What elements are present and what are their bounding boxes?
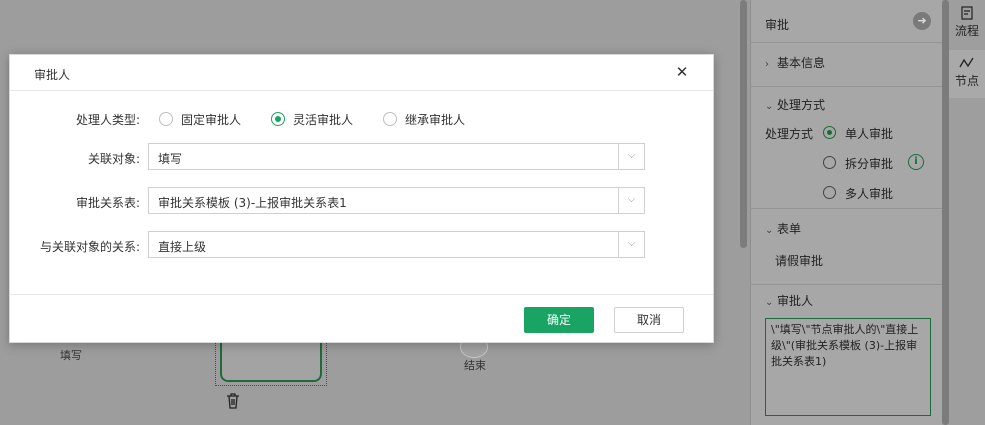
form-value: 请假审批 (775, 254, 824, 268)
chevron-down-icon: ⌄ (765, 225, 774, 236)
relation-label: 与关联对象的关系: (39, 240, 140, 254)
related-object-value: 填写 (158, 152, 183, 166)
chevron-down-icon[interactable]: ⌵ (618, 232, 644, 257)
processing-radio-split[interactable] (823, 156, 836, 169)
node-icon (949, 56, 985, 72)
cancel-button[interactable]: 取消 (614, 307, 684, 333)
processing-radio-single[interactable] (823, 126, 836, 139)
handler-radio-fixed[interactable] (159, 112, 173, 126)
approver-summary-box[interactable]: \"填写\"节点审批人的\"直接上级\"(审批关系模板 (3)-上报审批关系表1… (765, 318, 931, 416)
section-processing-header[interactable]: ⌄ 处理方式 (765, 96, 825, 113)
confirm-button[interactable]: 确定 (524, 307, 594, 333)
arrow-right-circle-icon[interactable]: ➜ (913, 12, 931, 30)
related-object-label: 关联对象: (87, 152, 140, 166)
info-icon[interactable]: i (908, 154, 924, 170)
handler-type-label: 处理人类型: (75, 113, 140, 127)
relation-table-label: 审批关系表: (75, 196, 140, 210)
chevron-right-icon: › (765, 59, 769, 70)
chevron-down-icon[interactable]: ⌵ (618, 144, 644, 169)
relation-table-value: 审批关系模板 (3)-上报审批关系表1 (158, 196, 347, 210)
handler-option-inherit: 继承审批人 (405, 113, 466, 127)
section-form-header[interactable]: ⌄ 表单 (765, 220, 801, 237)
handler-radio-flexible[interactable] (271, 112, 285, 126)
relation-select[interactable]: 直接上级 ⌵ (148, 231, 645, 258)
processing-option-multi: 多人审批 (845, 187, 894, 201)
processing-radio-multi[interactable] (823, 186, 836, 199)
chevron-down-icon[interactable]: ⌵ (618, 188, 644, 213)
node-fill-label: 填写 (60, 349, 82, 362)
relation-value: 直接上级 (158, 240, 207, 254)
dialog-footer: 确定 取消 (10, 294, 713, 343)
end-node-label: 结束 (464, 359, 486, 372)
section-approver-header[interactable]: ⌄ 审批人 (765, 292, 813, 309)
relation-table-select[interactable]: 审批关系模板 (3)-上报审批关系表1 ⌵ (148, 187, 645, 214)
related-object-select[interactable]: 填写 ⌵ (148, 143, 645, 170)
close-icon[interactable]: ✕ (675, 65, 689, 80)
handler-radio-inherit[interactable] (383, 112, 397, 126)
handler-option-fixed: 固定审批人 (181, 113, 242, 127)
dialog-title: 审批人 (34, 68, 71, 82)
processing-option-split: 拆分审批 (845, 157, 894, 171)
panel-scrollbar[interactable] (942, 0, 949, 425)
panel-title: 审批 (765, 18, 790, 32)
trash-icon[interactable] (225, 392, 241, 409)
tab-node[interactable]: 节点 (949, 50, 985, 98)
section-basic-info-header[interactable]: › 基本信息 (765, 54, 825, 71)
processing-option-single: 单人审批 (845, 127, 894, 141)
tab-flow[interactable]: 流程 (949, 6, 985, 46)
canvas-scrollbar[interactable] (740, 0, 747, 248)
dialog-header: 审批人 ✕ (10, 55, 713, 91)
processing-label: 处理方式 (765, 127, 814, 141)
chevron-down-icon: ⌄ (765, 101, 774, 112)
approver-dialog: 审批人 ✕ 处理人类型: 固定审批人 灵活审批人 继承审批人 关联对象: 填写 … (9, 54, 714, 343)
chevron-down-icon: ⌄ (765, 297, 774, 308)
handler-option-flexible: 灵活审批人 (293, 113, 354, 127)
flow-icon (949, 6, 985, 22)
